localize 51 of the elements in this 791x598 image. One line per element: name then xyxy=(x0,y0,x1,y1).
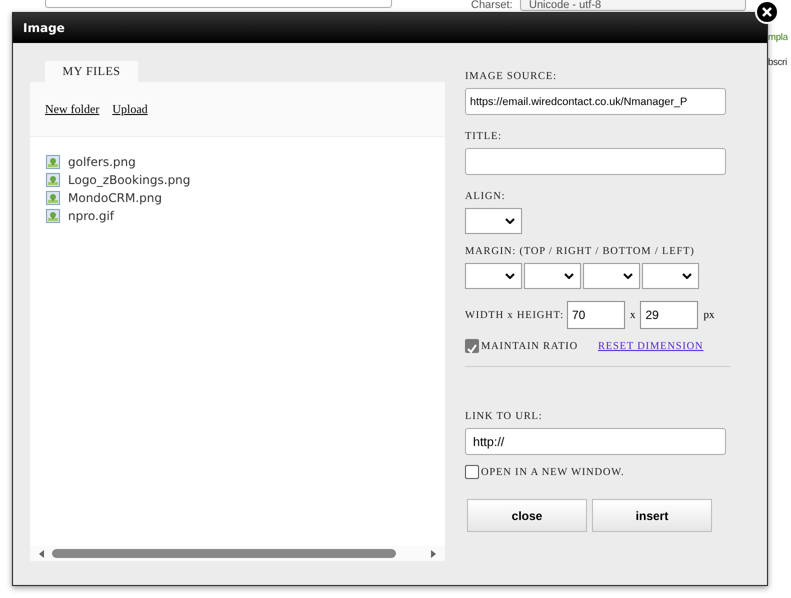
charset-dropdown[interactable]: Unicode - utf-8 xyxy=(520,0,746,11)
image-file-icon xyxy=(46,173,60,187)
dropdown[interactable] xyxy=(583,263,640,289)
checkbox[interactable] xyxy=(465,339,479,353)
caret-icon xyxy=(505,218,515,224)
times-sign: x xyxy=(630,309,636,321)
image-file-icon xyxy=(46,209,60,223)
title-field[interactable] xyxy=(465,148,726,175)
dropdown[interactable] xyxy=(642,263,699,289)
height-field[interactable]: 29 xyxy=(640,301,698,329)
image-source-field[interactable]: https://email.wiredcontact.co.uk/Nmanager_P xyxy=(465,88,726,115)
window-title: Image xyxy=(23,21,65,35)
reset-link[interactable]: RESET DIMENSION xyxy=(598,340,704,352)
dropdown[interactable] xyxy=(465,208,522,234)
field-label: LINK TO URL: xyxy=(465,411,544,422)
caret-icon xyxy=(564,273,574,279)
tab[interactable]: MY FILES xyxy=(45,61,138,82)
file-name[interactable]: golfers.png xyxy=(68,155,136,169)
caret-icon xyxy=(505,273,515,279)
unit-label: px xyxy=(703,309,714,321)
scroll-right-icon[interactable] xyxy=(431,550,436,558)
width-field[interactable]: 70 xyxy=(566,301,625,329)
side-text: bscri xyxy=(768,57,788,68)
charset-label: Charset: xyxy=(471,0,513,11)
field-label: MARGIN: (TOP / RIGHT / BOTTOM / LEFT) xyxy=(465,246,696,257)
scroll-thumb[interactable] xyxy=(52,549,396,558)
dialog-button[interactable]: close xyxy=(467,499,587,532)
field-label: ALIGN: xyxy=(465,191,506,202)
link[interactable]: New folder xyxy=(45,102,100,116)
file-name[interactable]: Logo_zBookings.png xyxy=(68,173,190,187)
caret-icon xyxy=(682,273,692,279)
file-name[interactable]: MondoCRM.png xyxy=(68,191,162,205)
field-label: WIDTH x HEIGHT: xyxy=(465,310,564,320)
dropdown[interactable] xyxy=(465,263,522,289)
link[interactable]: Upload xyxy=(112,102,148,116)
field-label: TITLE: xyxy=(465,131,503,142)
image-file-icon xyxy=(46,155,60,169)
dropdown[interactable] xyxy=(524,263,581,289)
url-field[interactable]: http:// xyxy=(465,428,726,455)
checkbox-label: MAINTAIN RATIO xyxy=(481,340,578,352)
scroll-left-icon[interactable] xyxy=(39,550,44,558)
checkbox-label: OPEN IN A NEW WINDOW. xyxy=(481,466,624,478)
side-text: mpla xyxy=(768,32,788,43)
scrollbar[interactable] xyxy=(30,546,445,561)
close-icon[interactable] xyxy=(755,0,779,24)
checkbox[interactable] xyxy=(465,465,479,479)
file-name[interactable]: npro.gif xyxy=(68,209,114,223)
field-label: IMAGE SOURCE: xyxy=(465,71,558,82)
dialog-button[interactable]: insert xyxy=(592,499,712,532)
image-file-icon xyxy=(46,191,60,205)
caret-icon xyxy=(623,273,633,279)
